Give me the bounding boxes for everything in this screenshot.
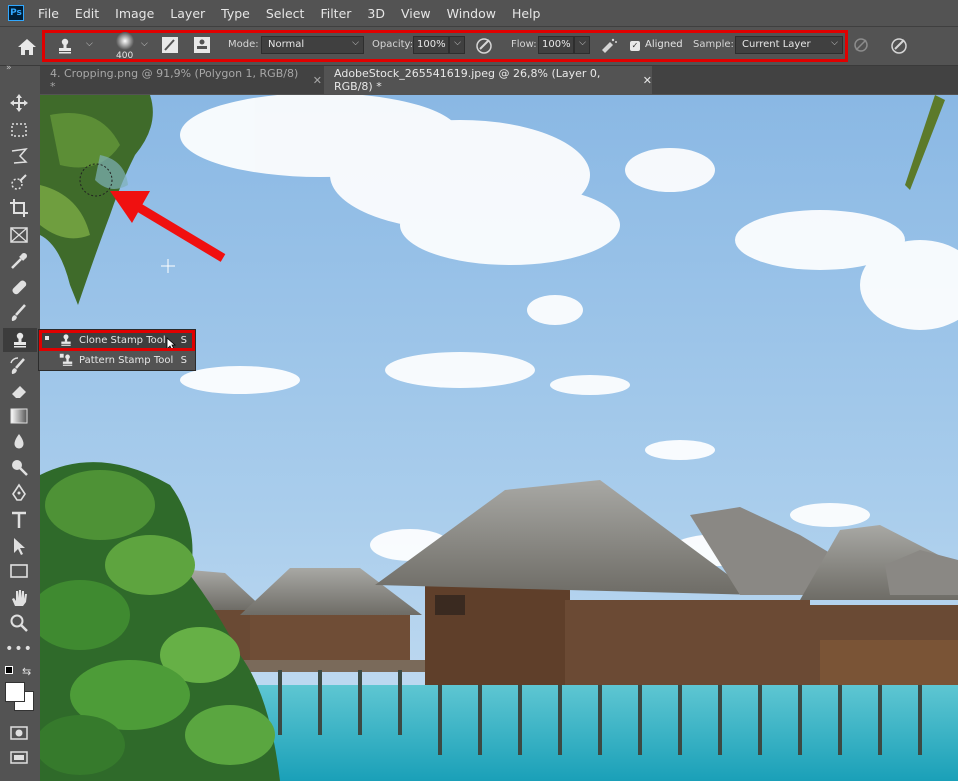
- quick-select-icon[interactable]: [8, 172, 30, 194]
- marquee-icon[interactable]: [8, 119, 30, 141]
- menu-type[interactable]: Type: [221, 6, 250, 21]
- canvas-image: [40, 95, 958, 781]
- move-icon[interactable]: [8, 92, 30, 114]
- menu-3d[interactable]: 3D: [367, 6, 385, 21]
- mode-select[interactable]: Normal ⌵: [261, 36, 364, 54]
- sample-label: Sample:: [693, 39, 734, 50]
- eyedropper-icon[interactable]: [8, 250, 30, 272]
- menu-help[interactable]: Help: [512, 6, 541, 21]
- toggle-clone-source-icon[interactable]: [193, 36, 211, 54]
- menu-file[interactable]: File: [38, 6, 59, 21]
- mode-caret-icon: ⌵: [352, 38, 359, 48]
- quick-mask-icon[interactable]: [8, 722, 30, 744]
- eraser-icon[interactable]: [8, 380, 30, 402]
- opacity-label: Opacity:: [372, 39, 414, 50]
- clone-stamp-tool-button[interactable]: [3, 328, 37, 352]
- brush-icon[interactable]: [8, 302, 30, 324]
- sample-caret-icon: ⌵: [831, 38, 838, 48]
- flow-label: Flow:: [511, 39, 537, 50]
- document-tabs: 4. Cropping.png @ 91,9% (Polygon 1, RGB/…: [40, 66, 958, 94]
- opacity-caret-icon: ⌵: [454, 38, 461, 48]
- type-icon[interactable]: [8, 509, 30, 531]
- screen-mode-icon[interactable]: [8, 747, 30, 769]
- sample-value: Current Layer: [742, 39, 811, 50]
- mode-value: Normal: [268, 39, 305, 50]
- tab-label: AdobeStock_265541619.jpeg @ 26,8% (Layer…: [334, 67, 601, 93]
- tools-panel: ••• ⇆: [0, 88, 40, 781]
- flow-slider-toggle[interactable]: ⌵: [574, 36, 590, 54]
- hand-icon[interactable]: [8, 587, 30, 609]
- pattern-stamp-icon: [59, 353, 73, 366]
- close-icon[interactable]: ✕: [313, 74, 322, 87]
- pressure-opacity-icon[interactable]: [474, 36, 494, 54]
- options-bar: ⌵ 400 ⌵ Mode: Normal ⌵ Opacity: 100% ⌵ F…: [0, 26, 958, 66]
- lasso-icon[interactable]: [8, 145, 30, 167]
- frame-icon[interactable]: [8, 224, 30, 246]
- ignore-adjustment-icon[interactable]: [853, 37, 869, 53]
- healing-icon[interactable]: [8, 276, 30, 298]
- stamp-tool-flyout: Clone Stamp Tool S Pattern Stamp Tool S: [38, 329, 196, 371]
- flow-value: 100%: [542, 39, 571, 50]
- airbrush-icon[interactable]: [598, 36, 618, 54]
- menu-image[interactable]: Image: [115, 6, 154, 21]
- dodge-icon[interactable]: [8, 456, 30, 478]
- opacity-value: 100%: [417, 39, 446, 50]
- menu-edit[interactable]: Edit: [75, 6, 99, 21]
- menu-filter[interactable]: Filter: [320, 6, 351, 21]
- pressure-size-icon[interactable]: [889, 36, 909, 54]
- flow-input[interactable]: 100%: [538, 36, 574, 54]
- sample-select[interactable]: Current Layer ⌵: [735, 36, 843, 54]
- clone-stamp-tool-icon: [14, 332, 26, 348]
- flyout-item-label: Pattern Stamp Tool: [79, 355, 174, 366]
- opacity-slider-toggle[interactable]: ⌵: [449, 36, 465, 54]
- blur-icon[interactable]: [8, 431, 30, 453]
- menu-bar: Ps File Edit Image Layer Type Select Fil…: [0, 0, 958, 26]
- opacity-input[interactable]: 100%: [413, 36, 449, 54]
- history-brush-icon[interactable]: [8, 355, 30, 377]
- path-select-icon[interactable]: [8, 535, 30, 557]
- menu-layer[interactable]: Layer: [170, 6, 205, 21]
- document-canvas[interactable]: [40, 95, 958, 781]
- gradient-icon[interactable]: [8, 405, 30, 427]
- brush-caret-icon[interactable]: ⌵: [141, 39, 148, 49]
- collapse-toolbar-icon[interactable]: »: [6, 63, 12, 73]
- more-tools-icon[interactable]: •••: [5, 638, 32, 660]
- mode-label: Mode:: [228, 39, 259, 50]
- flyout-item-shortcut: S: [180, 355, 187, 366]
- default-colors-icon[interactable]: [5, 666, 13, 674]
- flyout-item-pattern-stamp[interactable]: Pattern Stamp Tool S: [39, 351, 195, 370]
- brush-size-value: 400: [116, 51, 134, 61]
- brush-preset-icon[interactable]: [114, 31, 136, 51]
- aligned-checkbox[interactable]: ✓: [630, 41, 640, 51]
- photoshop-logo-icon: Ps: [8, 5, 24, 21]
- crop-icon[interactable]: [8, 197, 30, 219]
- menu-view[interactable]: View: [401, 6, 431, 21]
- clone-stamp-icon[interactable]: [56, 37, 74, 55]
- zoom-icon[interactable]: [8, 612, 30, 634]
- pen-icon[interactable]: [8, 482, 30, 504]
- flow-caret-icon: ⌵: [579, 38, 586, 48]
- rectangle-icon[interactable]: [8, 560, 30, 582]
- foreground-color-swatch[interactable]: [5, 682, 25, 702]
- tab-cropping[interactable]: 4. Cropping.png @ 91,9% (Polygon 1, RGB/…: [40, 66, 322, 94]
- flyout-highlight-box: [39, 330, 195, 351]
- aligned-label: Aligned: [645, 39, 683, 50]
- tab-adobestock[interactable]: AdobeStock_265541619.jpeg @ 26,8% (Layer…: [324, 66, 652, 94]
- menu-window[interactable]: Window: [447, 6, 496, 21]
- menu-select[interactable]: Select: [266, 6, 305, 21]
- toggle-brush-panel-icon[interactable]: [161, 36, 179, 54]
- tool-preset-caret-icon[interactable]: ⌵: [86, 39, 93, 49]
- home-icon[interactable]: [14, 35, 40, 59]
- tab-label: 4. Cropping.png @ 91,9% (Polygon 1, RGB/…: [50, 67, 299, 93]
- close-icon[interactable]: ✕: [643, 74, 652, 87]
- swap-colors-icon[interactable]: ⇆: [22, 665, 31, 678]
